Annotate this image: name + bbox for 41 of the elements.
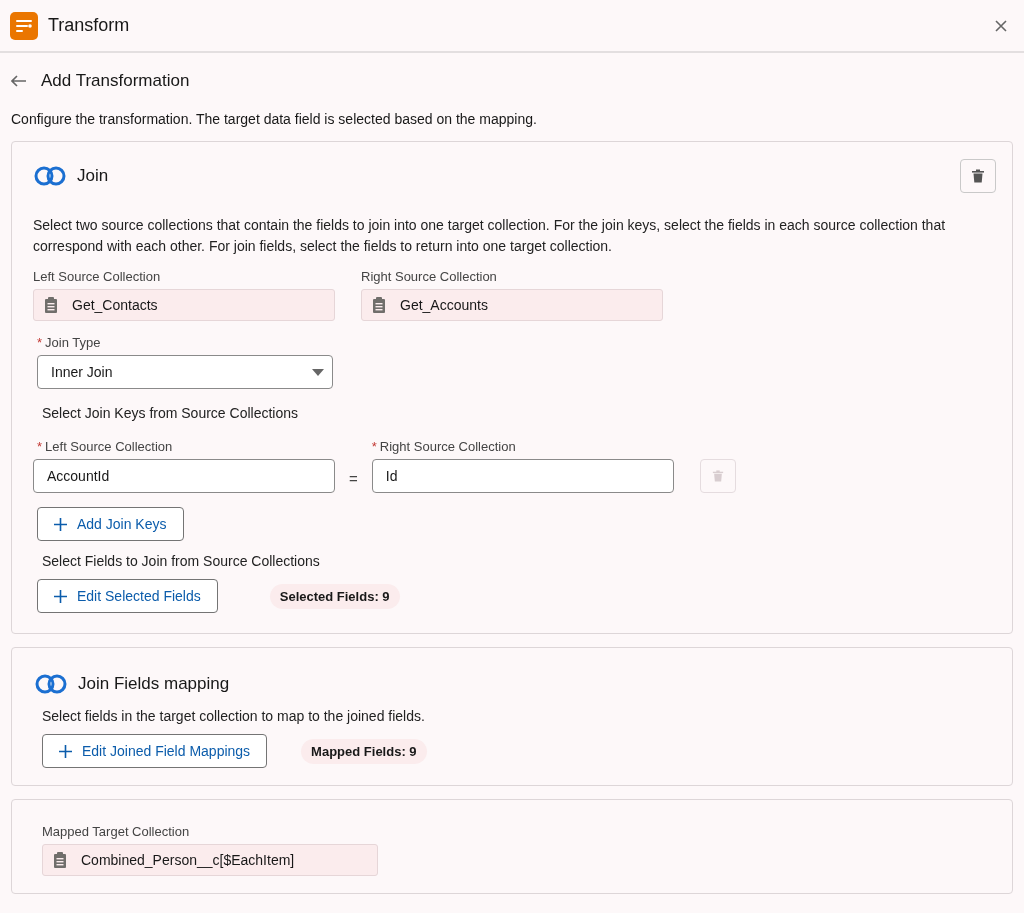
field-label: Mapped Target Collection xyxy=(42,824,191,839)
edit-mappings-button[interactable]: Edit Joined Field Mappings xyxy=(42,734,268,768)
page-title: Add Transformation xyxy=(41,71,190,91)
trash-icon xyxy=(971,169,985,183)
count-badge: Mapped Fields: 9 xyxy=(301,738,427,764)
collection-field[interactable]: Get_Contacts xyxy=(33,289,335,321)
clipboard-icon xyxy=(44,297,58,313)
collection-field[interactable]: Combined_Person__c[$EachItem] xyxy=(42,844,378,876)
field-label: * Join Type xyxy=(37,335,102,350)
section-heading: Select Join Keys from Source Collections xyxy=(42,405,299,421)
input-field[interactable]: AccountId xyxy=(33,459,335,493)
window-title: Transform xyxy=(48,15,131,36)
caret-icon xyxy=(312,368,324,376)
edit-selected-fields-button[interactable]: Edit Selected Fields xyxy=(37,579,218,613)
join-type-dropdown[interactable]: Inner Join xyxy=(37,355,333,389)
app-logo xyxy=(10,11,38,40)
field-label: * Left Source Collection xyxy=(37,439,174,454)
trash-icon xyxy=(711,470,724,482)
plus-icon xyxy=(54,517,67,531)
clipboard-icon xyxy=(372,297,386,313)
field-label: Right Source Collection xyxy=(361,269,498,284)
join-icon xyxy=(34,674,68,694)
card-title: Join Fields mapping xyxy=(78,674,231,694)
equals-sign: = xyxy=(349,470,358,489)
join-description: Select two source collections that contain the fields to join into one target collection. For the join keys, select the fields in each source collection that correspond with each other. For join fields, select the fields to return into one target collection. xyxy=(33,216,947,256)
clipboard-icon xyxy=(53,852,67,868)
collection-field[interactable]: Get_Accounts xyxy=(361,289,663,321)
section-heading: Select Fields to Join from Source Collections xyxy=(42,553,321,569)
field-label: Left Source Collection xyxy=(33,269,162,284)
join-icon xyxy=(33,166,67,186)
back-button[interactable] xyxy=(11,75,27,87)
card-title: Join xyxy=(77,166,110,186)
mapping-description: Select fields in the target collection to map to the joined fields. xyxy=(42,708,426,724)
page-description: Configure the transformation. The target data field is selected based on the mapping. xyxy=(11,111,538,127)
add-join-keys-button[interactable]: Add Join Keys xyxy=(37,507,184,541)
delete-button[interactable] xyxy=(960,159,996,193)
input-field[interactable]: Id xyxy=(371,459,674,493)
count-badge: Selected Fields: 9 xyxy=(269,583,400,609)
field-label: * Right Source Collection xyxy=(371,439,517,454)
plus-icon xyxy=(54,589,67,603)
plus-icon xyxy=(59,744,72,758)
